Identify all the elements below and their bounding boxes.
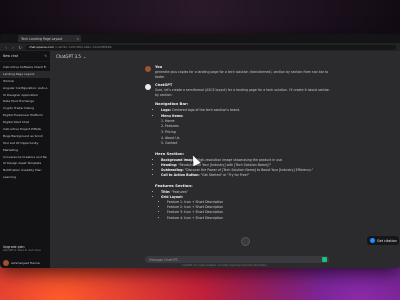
reload-icon[interactable]: ↻: [18, 45, 22, 50]
menu-items-list: HomeFeaturesPricingAbout UsContact: [155, 119, 330, 147]
disclaimer-text: ChatGPT can make mistakes. Consider chec…: [182, 264, 268, 267]
sidebar-chat-item[interactable]: Data Hunt Exchange: [0, 98, 50, 105]
tab-bar: Tech Landing Page Layout ×: [0, 34, 400, 43]
bullet-label: Title:: [161, 189, 171, 194]
bullet-label: Logo:: [161, 108, 171, 113]
scroll-down-button[interactable]: [241, 237, 250, 246]
sidebar-chat-item[interactable]: UI Designer Application: [0, 92, 50, 99]
user-message-text: generate plus copies for a landing page …: [155, 70, 329, 79]
sidebar-chat-item[interactable]: Crypto Trader Dialog: [0, 105, 50, 112]
model-label: ChatGPT 3.5: [56, 53, 81, 59]
bullet-text: "Get Started" or "Try for Free!": [200, 173, 250, 178]
bullet-list: Logo: Centered logo of the tech solution…: [155, 108, 330, 118]
browser-window: Tech Landing Page Layout × ‹ › ↻ chat.op…: [0, 34, 400, 268]
citation-logo-icon: [370, 238, 375, 243]
user-avatar-icon: [145, 66, 151, 72]
feature-item: Feature 4: Icon + Short Description: [167, 216, 330, 221]
user-name: Ashmanjeet Hanna: [11, 261, 40, 265]
message-list: You generate plus copies for a landing p…: [50, 63, 400, 250]
upgrade-subtitle: Get GPT-4, DALL·E, and more: [3, 249, 41, 252]
chat-history-list: Instructive Software Client Fr Landing Pa…: [0, 62, 50, 183]
sidebar-chat-item[interactable]: Digital Start Chat: [0, 119, 50, 126]
new-chat-button[interactable]: New chat ✎: [0, 51, 50, 62]
new-chat-label: New chat: [3, 54, 18, 58]
sidebar-chat-item[interactable]: Learning: [0, 174, 50, 181]
edit-icon: ✎: [44, 54, 47, 58]
message-input-placeholder: Message ChatGPT...: [149, 257, 181, 262]
section-heading: Navigation Bar:: [155, 101, 189, 107]
tab-title: Tech Landing Page Layout: [21, 36, 63, 41]
model-selector[interactable]: ChatGPT 3.5 ⌄: [50, 51, 400, 61]
bullet-list: Background Image: High-resolution image …: [155, 158, 330, 179]
bullet-item: Call to Action Button: "Get Started" or …: [161, 173, 330, 178]
chatgpt-logo-icon: [145, 84, 151, 91]
bullet-list: Title: "Features"Grid Layout:: [155, 190, 330, 200]
message-input[interactable]: Message ChatGPT...: [145, 256, 329, 263]
back-arrow-icon[interactable]: ‹: [4, 45, 8, 50]
sidebar-chat-item[interactable]: Notification Usability Plan: [0, 167, 50, 174]
feature-list: Feature 1: Icon + Short DescriptionFeatu…: [155, 200, 330, 221]
get-citation-button[interactable]: Get citation: [367, 236, 399, 245]
bullet-label: Call to Action Button:: [161, 173, 200, 178]
get-citation-label: Get citation: [377, 238, 397, 243]
section-heading: Features Section:: [155, 182, 193, 188]
section-heading: Hero Section:: [155, 150, 185, 156]
bullet-text: Centered logo of the tech solution's bra…: [171, 108, 241, 113]
user-menu[interactable]: Ashmanjeet Hanna: [0, 260, 50, 266]
sidebar-chat-item[interactable]: UI Design Asset Template: [0, 160, 50, 167]
sidebar-chat-item[interactable]: Instructive Software Client Fr: [0, 64, 50, 71]
menu-item: Contact: [165, 141, 330, 147]
bullet-label: Subheading:: [161, 168, 184, 173]
chat-main: ChatGPT 3.5 ⌄ You generate plus copies f…: [50, 51, 400, 268]
user-author: You: [155, 65, 163, 69]
app-content: New chat ✎ Instructive Software Client F…: [0, 51, 400, 268]
sidebar-chat-item[interactable]: Digital Freelancer Platform: [0, 112, 50, 119]
close-tab-icon[interactable]: ×: [76, 37, 79, 41]
sidebar-chat-item[interactable]: Marketing: [0, 147, 50, 154]
address-bar-row: ‹ › ↻ chat.openai.com/c/abf1b-7e9f-4f8d-…: [0, 43, 400, 51]
sidebar: New chat ✎ Instructive Software Client F…: [0, 51, 50, 268]
sidebar-chat-item[interactable]: Tool List Of Opportunity: [0, 140, 50, 147]
user-message: You generate plus copies for a landing p…: [50, 63, 400, 81]
avatar: [3, 260, 9, 266]
bullet-label: Grid Layout:: [161, 194, 184, 199]
upgrade-plan-button[interactable]: Upgrade plan Get GPT-4, DALL·E, and more: [0, 243, 50, 254]
forward-arrow-icon[interactable]: ›: [11, 45, 15, 50]
sidebar-chat-item[interactable]: Tutorial: [0, 78, 50, 85]
url-path: /c/abf1b-7e9f-4f8d-a9bc-13de5f8f9b6: [55, 45, 112, 49]
bullet-text: "Discover the Power of [Tech Solution Na…: [184, 168, 314, 173]
bullet-label: Heading:: [161, 162, 178, 167]
sidebar-chat-item[interactable]: Angular Configuration: Auto-L: [0, 85, 50, 92]
bullet-text: "Features": [171, 189, 188, 194]
sidebar-chat-item[interactable]: Landing Page Layout: [0, 70, 50, 78]
url-host: chat.openai.com: [29, 45, 55, 49]
bullet-text: High-resolution image showcasing the pro…: [196, 157, 283, 162]
sidebar-chat-item[interactable]: Conversions Creators and Ne: [0, 154, 50, 161]
sidebar-chat-item[interactable]: Bugs Background as Scroll: [0, 133, 50, 140]
send-icon[interactable]: [322, 257, 327, 262]
assistant-author: ChatGPT: [155, 83, 173, 88]
sidebar-chat-item[interactable]: Instructive Project Pitfalls: [0, 126, 50, 133]
assistant-intro: Sure, let's create a semiformal (ASCII l…: [155, 88, 330, 97]
address-bar[interactable]: chat.openai.com/c/abf1b-7e9f-4f8d-a9bc-1…: [25, 44, 396, 50]
assistant-message: ChatGPT Sure, let's create a semiformal …: [50, 81, 400, 223]
browser-tab[interactable]: Tech Landing Page Layout ×: [18, 35, 81, 42]
bullet-label: Menu Items:: [161, 113, 184, 118]
chevron-down-icon: ⌄: [82, 53, 87, 59]
